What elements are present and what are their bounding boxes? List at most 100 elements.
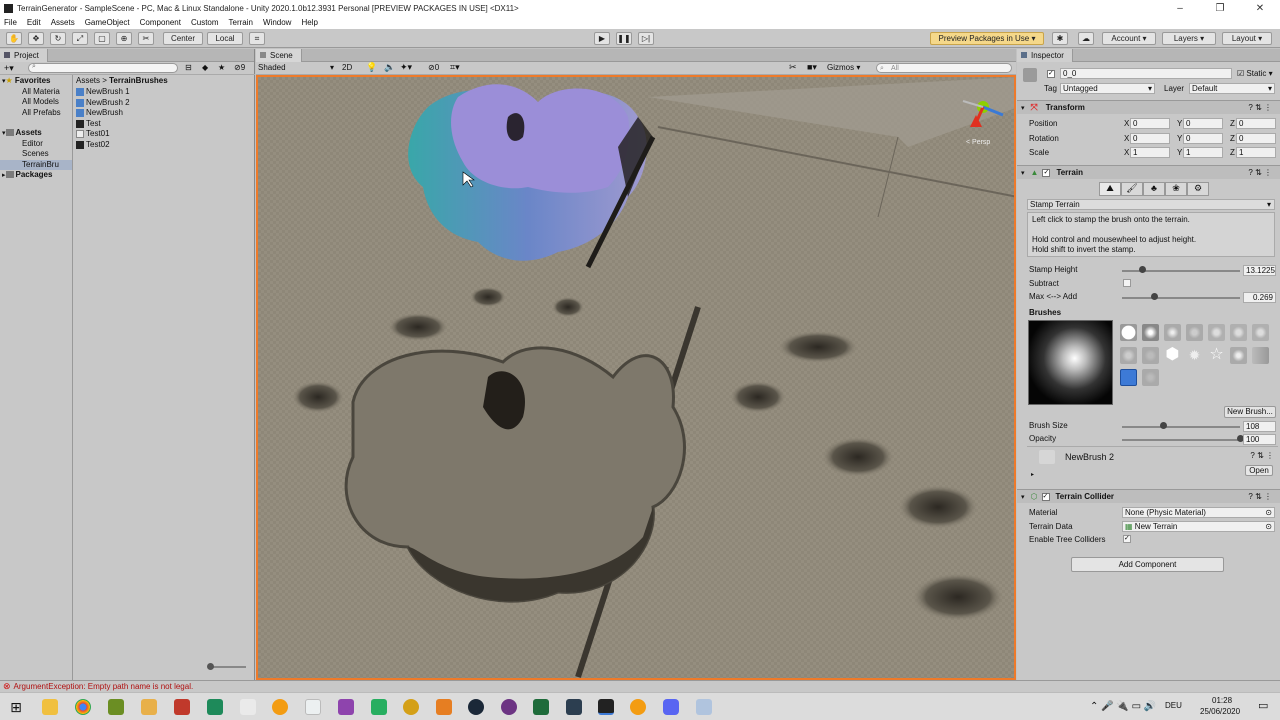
audio-icon[interactable]: 🔈 (384, 62, 395, 73)
effects-icon[interactable]: ✦▾ (400, 62, 412, 73)
menu-help[interactable]: Help (301, 18, 317, 27)
rect-tool-icon[interactable]: ▢ (94, 32, 110, 45)
component-menu-icon[interactable]: ? ⇅ ⋮ (1250, 451, 1274, 460)
clock-time[interactable]: 01:28 (1212, 696, 1232, 705)
cloud-icon[interactable]: ☁ (1078, 32, 1094, 45)
app-icon[interactable] (533, 699, 549, 715)
tools-icon[interactable]: ✂ (789, 62, 797, 73)
gizmos-dropdown[interactable]: Gizmos ▾ (827, 63, 860, 72)
grid-icon[interactable]: ⌗▾ (450, 62, 460, 73)
component-menu-icon[interactable]: ? ⇅ ⋮ (1248, 492, 1272, 501)
tree-packages[interactable]: ▸ Packages (0, 170, 72, 181)
paint-details-icon[interactable]: ❀ (1165, 182, 1187, 196)
brush-grass-icon[interactable] (1252, 347, 1269, 364)
move-tool-icon[interactable]: ✥ (28, 32, 44, 45)
notifications-icon[interactable]: ▭ (1258, 699, 1268, 712)
tree-scenes[interactable]: Scenes (0, 149, 72, 160)
brush-noise-icon[interactable] (1186, 324, 1203, 341)
file-item[interactable]: Test02 (76, 140, 255, 151)
tree-favorites[interactable]: ▾★ Favorites (0, 76, 72, 87)
brush-flower-icon[interactable] (1208, 324, 1225, 341)
scale-z-field[interactable]: 1 (1236, 147, 1276, 158)
app-icon[interactable] (696, 699, 712, 715)
brush-star-icon[interactable]: ☆ (1208, 347, 1225, 364)
close-button[interactable]: ✕ (1240, 0, 1280, 16)
terrain-data-field[interactable]: ▦ New Terrain ⊙ (1122, 521, 1275, 532)
menu-file[interactable]: File (4, 18, 17, 27)
paint-trees-icon[interactable]: ♣ (1143, 182, 1165, 196)
brush-hexagon-icon[interactable]: ⬢ (1164, 347, 1181, 364)
scene-viewport[interactable]: < Persp (256, 75, 1016, 680)
windows-start-icon[interactable]: ⊞ (8, 699, 24, 715)
app-icon[interactable] (305, 699, 321, 715)
transform-tool-icon[interactable]: ⊕ (116, 32, 132, 45)
opacity-slider[interactable] (1122, 433, 1244, 445)
tab-inspector[interactable]: Inspector (1017, 48, 1073, 62)
component-menu-icon[interactable]: ? ⇅ ⋮ (1248, 103, 1272, 112)
position-y-field[interactable]: 0 (1183, 118, 1223, 129)
rotation-z-field[interactable]: 0 (1236, 133, 1276, 144)
menu-window[interactable]: Window (263, 18, 291, 27)
preview-packages-button[interactable]: Preview Packages in Use ▾ (930, 32, 1044, 45)
brush-size-slider[interactable] (1122, 420, 1240, 432)
pause-button[interactable]: ❚❚ (616, 32, 632, 45)
opacity-field[interactable]: 100 (1243, 434, 1276, 445)
breadcrumb-terrainbrushes[interactable]: TerrainBrushes (109, 76, 168, 85)
custom-tool-icon[interactable]: ✂ (138, 32, 154, 45)
menu-custom[interactable]: Custom (191, 18, 219, 27)
hidden-objects-icon[interactable]: ⊘0 (428, 63, 439, 72)
clock-date[interactable]: 25/06/2020 (1200, 707, 1240, 716)
tree-terrainbrushes[interactable]: TerrainBru (0, 159, 72, 170)
file-explorer-icon[interactable] (42, 699, 58, 715)
terrain-enabled-checkbox[interactable]: ✓ (1042, 168, 1051, 177)
tree-all-materials[interactable]: All Materia (0, 87, 72, 98)
material-field[interactable]: None (Physic Material) ⊙ (1122, 507, 1275, 518)
terrain-header[interactable]: ▾ ▲ ✓ Terrain ? ⇅ ⋮ (1017, 165, 1280, 179)
icon-size-slider[interactable] (207, 663, 246, 670)
rotation-x-field[interactable]: 0 (1130, 133, 1170, 144)
scale-x-field[interactable]: 1 (1130, 147, 1170, 158)
app-icon[interactable] (174, 699, 190, 715)
hidden-packages-icon[interactable]: ⊘9 (234, 63, 245, 72)
file-item[interactable]: NewBrush 2 (76, 98, 255, 109)
hand-tool-icon[interactable]: ✋ (6, 32, 22, 45)
brush-custom-icon[interactable] (1142, 369, 1159, 386)
static-toggle[interactable]: ☑ Static ▾ (1237, 69, 1273, 78)
tag-dropdown[interactable]: Untagged ▾ (1060, 83, 1155, 94)
max-add-field[interactable]: 0.269 (1243, 292, 1276, 303)
max-add-slider[interactable] (1122, 291, 1240, 303)
project-search-input[interactable]: ⌕ (28, 63, 178, 73)
brush-size-field[interactable]: 108 (1243, 421, 1276, 432)
layout-dropdown[interactable]: Layout ▾ (1222, 32, 1272, 45)
raise-terrain-icon[interactable]: ⛰ (1099, 182, 1121, 196)
add-component-button[interactable]: Add Component (1071, 557, 1224, 572)
account-dropdown[interactable]: Account ▾ (1102, 32, 1156, 45)
app-icon[interactable] (566, 699, 582, 715)
app-icon[interactable] (338, 699, 354, 715)
app-icon[interactable] (272, 699, 288, 715)
toggle-2d-button[interactable]: 2D (342, 63, 352, 72)
winamp-icon[interactable] (403, 699, 419, 715)
app-icon[interactable] (207, 699, 223, 715)
brush-rough-icon[interactable] (1252, 324, 1269, 341)
brush-splat-icon[interactable] (1120, 347, 1137, 364)
object-picker-icon[interactable]: ⊙ (1265, 522, 1272, 531)
discord-icon[interactable] (663, 699, 679, 715)
menu-component[interactable]: Component (140, 18, 181, 27)
layer-dropdown[interactable]: Default ▾ (1189, 83, 1275, 94)
menu-gameobject[interactable]: GameObject (85, 18, 130, 27)
terrain-render[interactable] (258, 77, 1016, 680)
object-picker-icon[interactable]: ⊙ (1265, 508, 1272, 517)
filter-type-icon[interactable]: ⊟ (185, 63, 192, 72)
brush-soft-icon[interactable] (1164, 324, 1181, 341)
brush-gear-icon[interactable]: ✹ (1186, 347, 1203, 364)
expand-arrow-icon[interactable]: ▸ (1031, 471, 1034, 478)
app-icon[interactable] (501, 699, 517, 715)
grid-snap-icon[interactable]: ⌗ (249, 32, 265, 45)
brush-circle-soft-icon[interactable] (1142, 324, 1159, 341)
slider-knob[interactable] (207, 663, 214, 670)
position-z-field[interactable]: 0 (1236, 118, 1276, 129)
stamp-height-field[interactable]: 13.1225 (1243, 265, 1276, 276)
brush-newbrush2-selected-icon[interactable] (1120, 369, 1137, 386)
brush-cloud-icon[interactable] (1230, 324, 1247, 341)
